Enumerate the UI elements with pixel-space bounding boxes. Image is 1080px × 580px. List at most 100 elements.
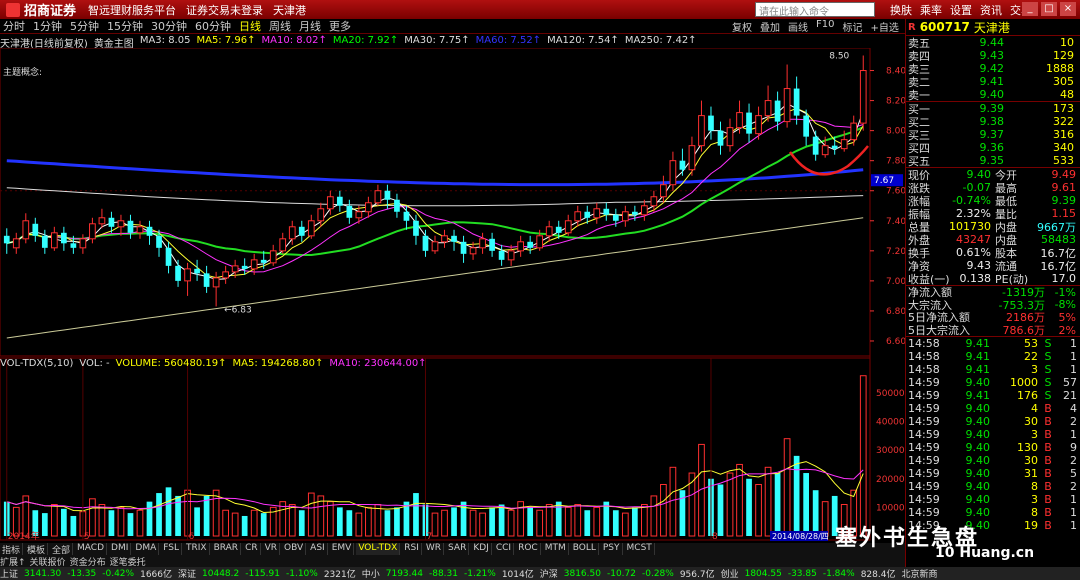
period-tab-1[interactable]: 1分钟 [33,18,62,34]
tool-button-3[interactable]: F10 [814,19,836,34]
indicator-tab-2[interactable]: 全部 [50,543,74,556]
candle-body [288,226,296,240]
indicator-tab-0[interactable]: 指标 [0,543,24,556]
candle-body [736,112,743,129]
top-menu-item-0[interactable]: 智远理财服务平台 [88,2,176,18]
period-tab-5[interactable]: 60分钟 [195,18,231,34]
period-tab-8[interactable]: 月线 [299,18,321,34]
price-tick-label: 8.20 [886,97,905,107]
ask-row[interactable]: 卖一 9.40 48 [906,88,1080,102]
candle-body [679,160,686,170]
ask-price: 9.40 [979,88,1005,101]
tool-button-0[interactable]: 复权 [730,19,754,34]
quote-value: -0.74% [952,194,991,207]
tick-side: B [1044,480,1052,494]
status-item-11: 7193.44 [385,568,423,579]
sub-tab-1[interactable]: 关联报价 [30,555,66,568]
tick-count: 1 [1070,350,1077,364]
top-menu-item-2[interactable]: 天津港 [273,2,306,18]
indicator-tab-13[interactable]: EMV [330,543,355,555]
maximize-icon[interactable]: □ [1041,2,1057,16]
chart-tool-buttons: 复权叠加画线F10标记+自选返回 [730,19,929,34]
tick-price: 9.40 [965,506,991,520]
vol-info-0: VOL-TDX(5,10) [0,358,74,369]
candle-body [336,196,343,206]
top-right-item-0[interactable]: 换肤 [890,2,912,18]
candle-body [593,208,601,219]
period-tab-9[interactable]: 更多 [329,18,351,34]
indicator-tab-21[interactable]: MTM [543,543,569,555]
kline-chart[interactable]: 主题概念: 8.40 8.20 8.00 7.80 7.60 7.40 7.20 7.00 6.8… [0,48,905,543]
period-tab-2[interactable]: 5分钟 [70,18,99,34]
indicator-tab-4[interactable]: DMI [109,543,132,555]
status-item-6: 10448.2 [202,568,240,579]
tick-price: 9.41 [965,389,991,403]
indicator-tab-3[interactable]: MACD [75,543,108,555]
indicator-tab-17[interactable]: SAR [446,543,470,555]
volume-tick-label: 20000 [876,475,905,485]
bid-price: 9.35 [979,154,1005,167]
sub-tab-0[interactable]: 扩展↑ [0,555,26,568]
period-tab-3[interactable]: 15分钟 [107,18,143,34]
tick-row: 14:59 9.40 8 B 1 [906,506,1080,519]
indicator-tab-24[interactable]: MCST [625,543,655,555]
volume-bar [669,466,677,537]
command-search-input[interactable]: 请在此输入命令 [755,2,875,18]
top-menu-item-1[interactable]: 证券交易未登录 [186,2,263,18]
candle-body [326,196,334,210]
indicator-tab-10[interactable]: VR [263,543,281,555]
tool-button-1[interactable]: 叠加 [758,19,782,34]
candle-body [98,217,106,225]
candle-body [346,205,353,218]
indicator-tab-5[interactable]: DMA [133,543,160,555]
indicator-tab-18[interactable]: KDJ [471,543,492,555]
tick-side: S [1044,363,1052,377]
tick-volume: 3 [1031,363,1038,377]
sub-tab-2[interactable]: 资金分布 [70,555,106,568]
indicator-tab-11[interactable]: OBV [282,543,307,555]
vol-info-2: VOLUME: 560480.19↑ [115,358,227,369]
bid-row[interactable]: 买五 9.35 533 [906,154,1080,168]
volume-bar [374,504,382,537]
top-right-item-1[interactable]: 乘率 [920,2,942,18]
tick-count: 2 [1070,415,1077,429]
tool-button-2[interactable]: 画线 [786,19,810,34]
minimize-icon[interactable]: _ [1022,2,1038,16]
candle-body [231,265,239,273]
indicator-tab-9[interactable]: CR [243,543,261,555]
top-right-item-2[interactable]: 设置 [950,2,972,18]
indicator-tab-8[interactable]: BRAR [212,543,242,555]
tool-button-5[interactable]: +自选 [868,19,900,34]
volume-bar [755,483,762,537]
quote-stats: 现价 9.40 今开 9.49 涨跌 -0.07 最高 9.61 涨幅 -0.74% 最低 9.39 振… [906,167,1080,286]
indicator-tab-19[interactable]: CCI [494,543,515,555]
indicator-tab-7[interactable]: TRIX [184,543,210,555]
indicator-tab-6[interactable]: FSL [161,543,182,555]
candle-body [451,235,457,242]
tick-side: B [1044,441,1052,455]
candle-body [117,220,125,228]
close-icon[interactable]: × [1060,2,1076,16]
indicator-tab-23[interactable]: PSY [601,543,623,555]
tool-button-4[interactable]: 标记 [840,19,864,34]
period-tab-0[interactable]: 分时 [3,18,25,34]
indicator-tab-22[interactable]: BOLL [571,543,599,555]
indicator-tab-1[interactable]: 模板 [25,543,49,556]
candle-body [431,241,439,252]
volume-bar [89,498,96,537]
period-tab-7[interactable]: 周线 [269,18,291,34]
indicator-tab-12[interactable]: ASI [308,543,328,555]
sub-tab-3[interactable]: 逐笔委托 [110,555,146,568]
period-tab-4[interactable]: 30分钟 [151,18,187,34]
top-right-item-3[interactable]: 资讯 [980,2,1002,18]
indicator-tab-16[interactable]: WR [424,543,445,555]
indicator-tab-15[interactable]: RSI [402,543,422,555]
volume-info-bar: VOL-TDX(5,10) VOL: - VOLUME: 560480.19↑ MA5… [0,358,870,370]
status-item-19: 956.7亿 [679,570,715,580]
indicator-tab-20[interactable]: ROC [516,543,541,555]
candle-body [726,127,734,147]
period-tab-6[interactable]: 日线 [239,18,261,34]
volume-bar [746,478,752,536]
indicator-tab-14[interactable]: VOL-TDX [356,543,401,555]
tick-row: 14:59 9.40 1000 S 57 [906,376,1080,389]
